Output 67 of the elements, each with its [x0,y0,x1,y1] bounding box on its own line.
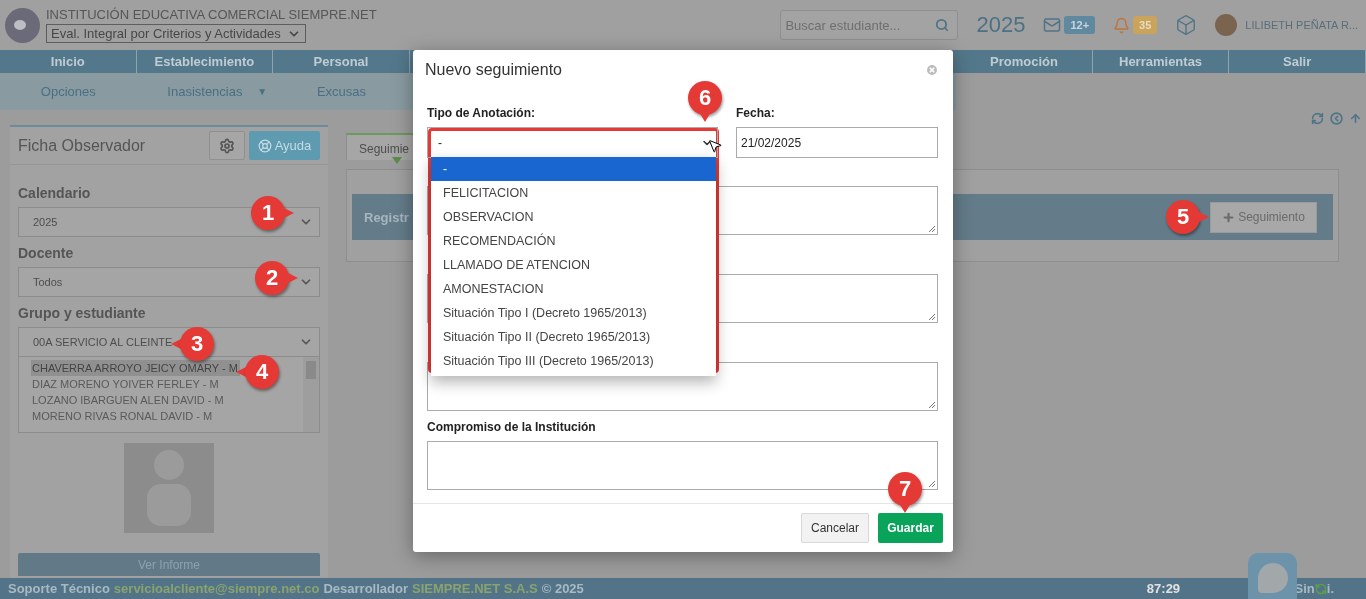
add-button[interactable]: Seguimiento [1210,201,1317,233]
brand-logo-text: i. [1326,581,1334,596]
menu-item[interactable]: Herramientas [1092,50,1230,73]
year-label: 2025 [976,12,1026,38]
message-count: 12+ [1064,16,1096,34]
resize-grip-icon[interactable] [928,401,936,409]
resize-grip-icon[interactable] [928,480,936,488]
mail-icon[interactable] [1043,16,1062,34]
option-item[interactable]: AMONESTACION [431,277,716,301]
close-icon[interactable] [925,63,939,77]
menu-item[interactable]: Salir [1229,50,1366,73]
institution-name: INSTITUCIÓN EDUCATIVA COMERCIAL SIEMPRE.NET [46,7,377,22]
session-timer: 87:29 [1146,581,1181,596]
option-item[interactable]: - [431,157,716,181]
settings-icon [219,137,235,154]
option-item[interactable]: LLAMADO DE ATENCION [431,253,716,277]
submenu-item[interactable]: Inasistencias [167,84,243,99]
resize-grip-icon[interactable] [928,313,936,321]
option-item[interactable]: RECOMENDACIÓN [431,229,716,253]
save-button[interactable]: Guardar [878,513,943,543]
date-field[interactable]: 21/02/2025 [736,127,938,158]
user-name[interactable]: LILIBETH PEÑATA R... [1245,19,1358,31]
cursor-icon [707,138,723,154]
scrollbar[interactable] [303,357,319,432]
student-item[interactable]: MORENO RIVAS RONAL DAVID - M [31,408,215,424]
arrow-up-icon[interactable] [1349,112,1362,125]
option-item[interactable]: Situación Tipo II (Decreto 1965/2013) [431,325,716,349]
cancel-button[interactable]: Cancelar [801,513,869,543]
student-item[interactable]: LOZANO IBARGUEN ALEN DAVID - M [31,392,226,408]
developer-label: Desarrollador [323,581,408,596]
section-title: Registr [364,209,409,225]
option-item[interactable]: Situación Tipo I (Decreto 1965/2013) [431,301,716,325]
student-item[interactable]: CHAVERRA ARROYO JEICY OMARY - M [31,360,240,376]
dialog-title: Nuevo seguimiento [425,61,562,79]
field-label: Calendario [18,185,92,201]
menu-item[interactable]: Promoción [956,50,1093,73]
submenu-item[interactable]: Excusas [316,84,367,99]
option-item[interactable]: Situación Tipo III (Decreto 1965/2013) [431,349,716,373]
cube-icon[interactable] [1175,14,1198,36]
field-label: Grupo y estudiante [18,305,147,321]
user-avatar [1215,14,1238,36]
chat-button[interactable] [1248,553,1297,599]
search-icon[interactable] [935,18,950,32]
panel-title: Ficha Observador [18,136,147,155]
bell-icon[interactable] [1113,16,1131,34]
mode-select[interactable]: Eval. Integral por Criterios y Actividades [46,24,306,43]
alert-count: 35 [1133,16,1158,34]
field-label: Compromiso de la Institución [427,420,597,435]
refresh-icon[interactable] [1311,112,1324,125]
submenu-item[interactable]: Opciones [40,84,96,99]
option-item[interactable]: FELICITACION [431,181,716,205]
help-button[interactable]: Ayuda [249,131,320,160]
field-label: Fecha: [736,106,776,121]
lifebuoy-icon [257,138,272,153]
settings-button[interactable] [209,131,245,160]
arrows-icon [1314,582,1327,595]
copyright-text: © 2025 [541,581,584,596]
field-label: Tipo de Anotación: [427,106,536,121]
plus-icon [1222,210,1236,224]
caret-icon: ▼ [257,86,268,97]
option-item[interactable]: OBSERVACION [431,205,716,229]
student-item[interactable]: DIAZ MORENO YOIVER FERLEY - M [31,376,221,392]
resize-grip-icon[interactable] [928,225,936,233]
support-label: Soporte Técnico [8,581,110,596]
field-label: Docente [18,245,75,261]
logo-icon [5,7,40,43]
back-icon[interactable] [1330,112,1343,125]
